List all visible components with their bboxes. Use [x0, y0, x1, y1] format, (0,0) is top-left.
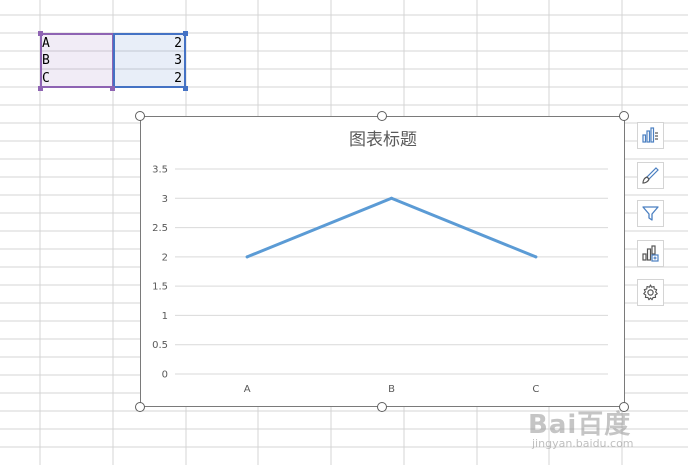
- y-tick-label: 0: [162, 370, 168, 381]
- x-tick-label: A: [244, 384, 251, 395]
- cell-label-a[interactable]: A: [42, 35, 112, 53]
- chart-resize-handle-tr[interactable]: [619, 111, 629, 121]
- data-point[interactable]: [534, 255, 538, 259]
- chart-filter-button[interactable]: [637, 200, 664, 227]
- cell-label-b[interactable]: B: [42, 52, 112, 70]
- x-tick-label: B: [388, 384, 395, 395]
- chart-settings-button[interactable]: [637, 279, 664, 306]
- value-range-handle-br[interactable]: [183, 86, 188, 91]
- cell-value-b[interactable]: 3: [115, 52, 182, 70]
- value-range-handle-tr[interactable]: [183, 31, 188, 36]
- line-chart[interactable]: 图表标题 0 0.5 1 1.5 2 2.5 3 3.5 A B C: [140, 116, 625, 407]
- y-tick-label: 1: [162, 311, 168, 322]
- x-tick-label: C: [532, 384, 539, 395]
- cell-label-c[interactable]: C: [42, 70, 112, 88]
- y-tick-label: 3: [162, 194, 168, 205]
- chart-settings-icon: [643, 284, 658, 301]
- x-axis-labels: A B C: [244, 384, 540, 395]
- chart-quick-layout-button[interactable]: [637, 240, 664, 267]
- y-tick-label: 2.5: [152, 223, 168, 234]
- chart-filter-icon: [642, 206, 659, 221]
- watermark-brand: Bai百度: [528, 410, 632, 440]
- chart-resize-handle-tm[interactable]: [377, 111, 387, 121]
- chart-canvas: 图表标题 0 0.5 1 1.5 2 2.5 3 3.5 A B C: [152, 130, 608, 395]
- chart-resize-handle-tl[interactable]: [135, 111, 145, 121]
- chart-style-icon: [642, 167, 659, 184]
- chart-resize-handle-bl[interactable]: [135, 402, 145, 412]
- cell-value-a[interactable]: 2: [115, 35, 182, 53]
- y-tick-label: 2: [162, 252, 168, 263]
- y-tick-label: 1.5: [152, 282, 168, 293]
- y-axis-labels: 0 0.5 1 1.5 2 2.5 3 3.5: [152, 165, 168, 381]
- chart-style-button[interactable]: [637, 162, 664, 189]
- chart-elements-icon: [642, 127, 658, 143]
- data-point[interactable]: [245, 255, 249, 259]
- cell-value-c[interactable]: 2: [115, 70, 182, 88]
- data-point[interactable]: [390, 196, 393, 200]
- chart-quick-layout-icon: [642, 245, 659, 262]
- chart-elements-button[interactable]: [637, 122, 664, 149]
- watermark-url: jingyan.baidu.com: [532, 437, 634, 450]
- chart-title[interactable]: 图表标题: [349, 130, 417, 150]
- baidu-watermark: Bai百度 jingyan.baidu.com: [528, 404, 678, 462]
- y-tick-label: 0.5: [152, 340, 168, 351]
- y-tick-label: 3.5: [152, 165, 168, 176]
- chart-resize-handle-bm[interactable]: [377, 402, 387, 412]
